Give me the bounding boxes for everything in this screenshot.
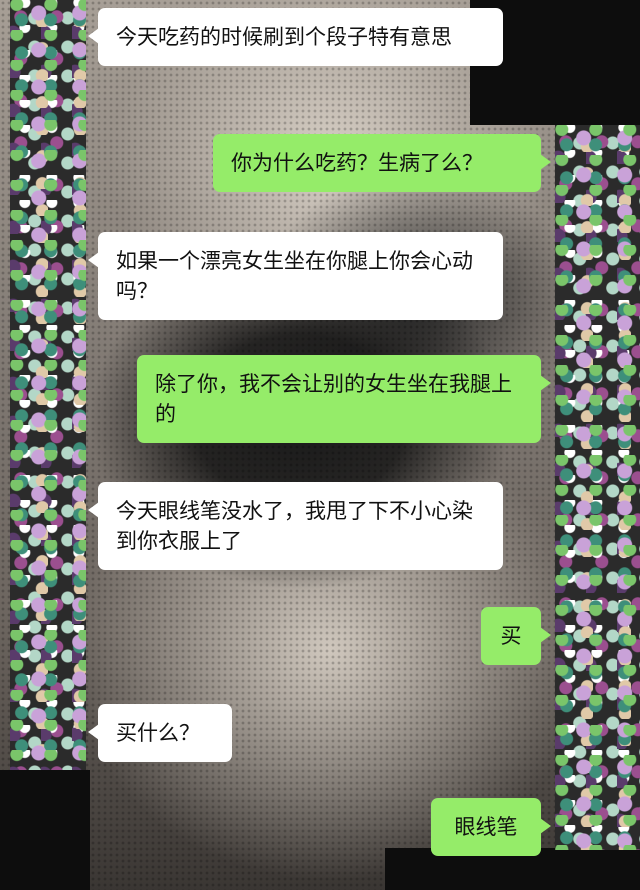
right-avatar-column-mosaic — [555, 125, 640, 850]
incoming-message-bubble[interactable]: 今天眼线笔没水了，我甩了下不小心染到你衣服上了 — [88, 482, 503, 570]
incoming-message-bubble[interactable]: 如果一个漂亮女生坐在你腿上你会心动吗？ — [88, 232, 503, 320]
message-row: 你为什么吃药？生病了么？ — [213, 134, 551, 192]
outgoing-message-bubble[interactable]: 你为什么吃药？生病了么？ — [213, 134, 551, 192]
outgoing-message-bubble[interactable]: 除了你，我不会让别的女生坐在我腿上的 — [137, 355, 551, 443]
outgoing-message-bubble[interactable]: 眼线笔 — [431, 798, 551, 856]
chat-screen: 今天吃药的时候刷到个段子特有意思 你为什么吃药？生病了么？ 如果一个漂亮女生坐在… — [0, 0, 640, 890]
outgoing-message-bubble[interactable]: 买 — [481, 607, 551, 665]
incoming-message-bubble[interactable]: 买什么？ — [88, 704, 232, 762]
message-row: 买 — [481, 607, 551, 665]
incoming-message-bubble[interactable]: 今天吃药的时候刷到个段子特有意思 — [88, 8, 503, 66]
message-row: 买什么？ — [88, 704, 232, 762]
background-shadow-bottom-left — [0, 770, 90, 890]
message-row: 今天眼线笔没水了，我甩了下不小心染到你衣服上了 — [88, 482, 503, 570]
message-row: 眼线笔 — [431, 798, 551, 856]
message-row: 除了你，我不会让别的女生坐在我腿上的 — [137, 355, 551, 443]
message-row: 如果一个漂亮女生坐在你腿上你会心动吗？ — [88, 232, 503, 320]
message-row: 今天吃药的时候刷到个段子特有意思 — [88, 8, 503, 66]
left-avatar-column-mosaic — [10, 0, 86, 770]
